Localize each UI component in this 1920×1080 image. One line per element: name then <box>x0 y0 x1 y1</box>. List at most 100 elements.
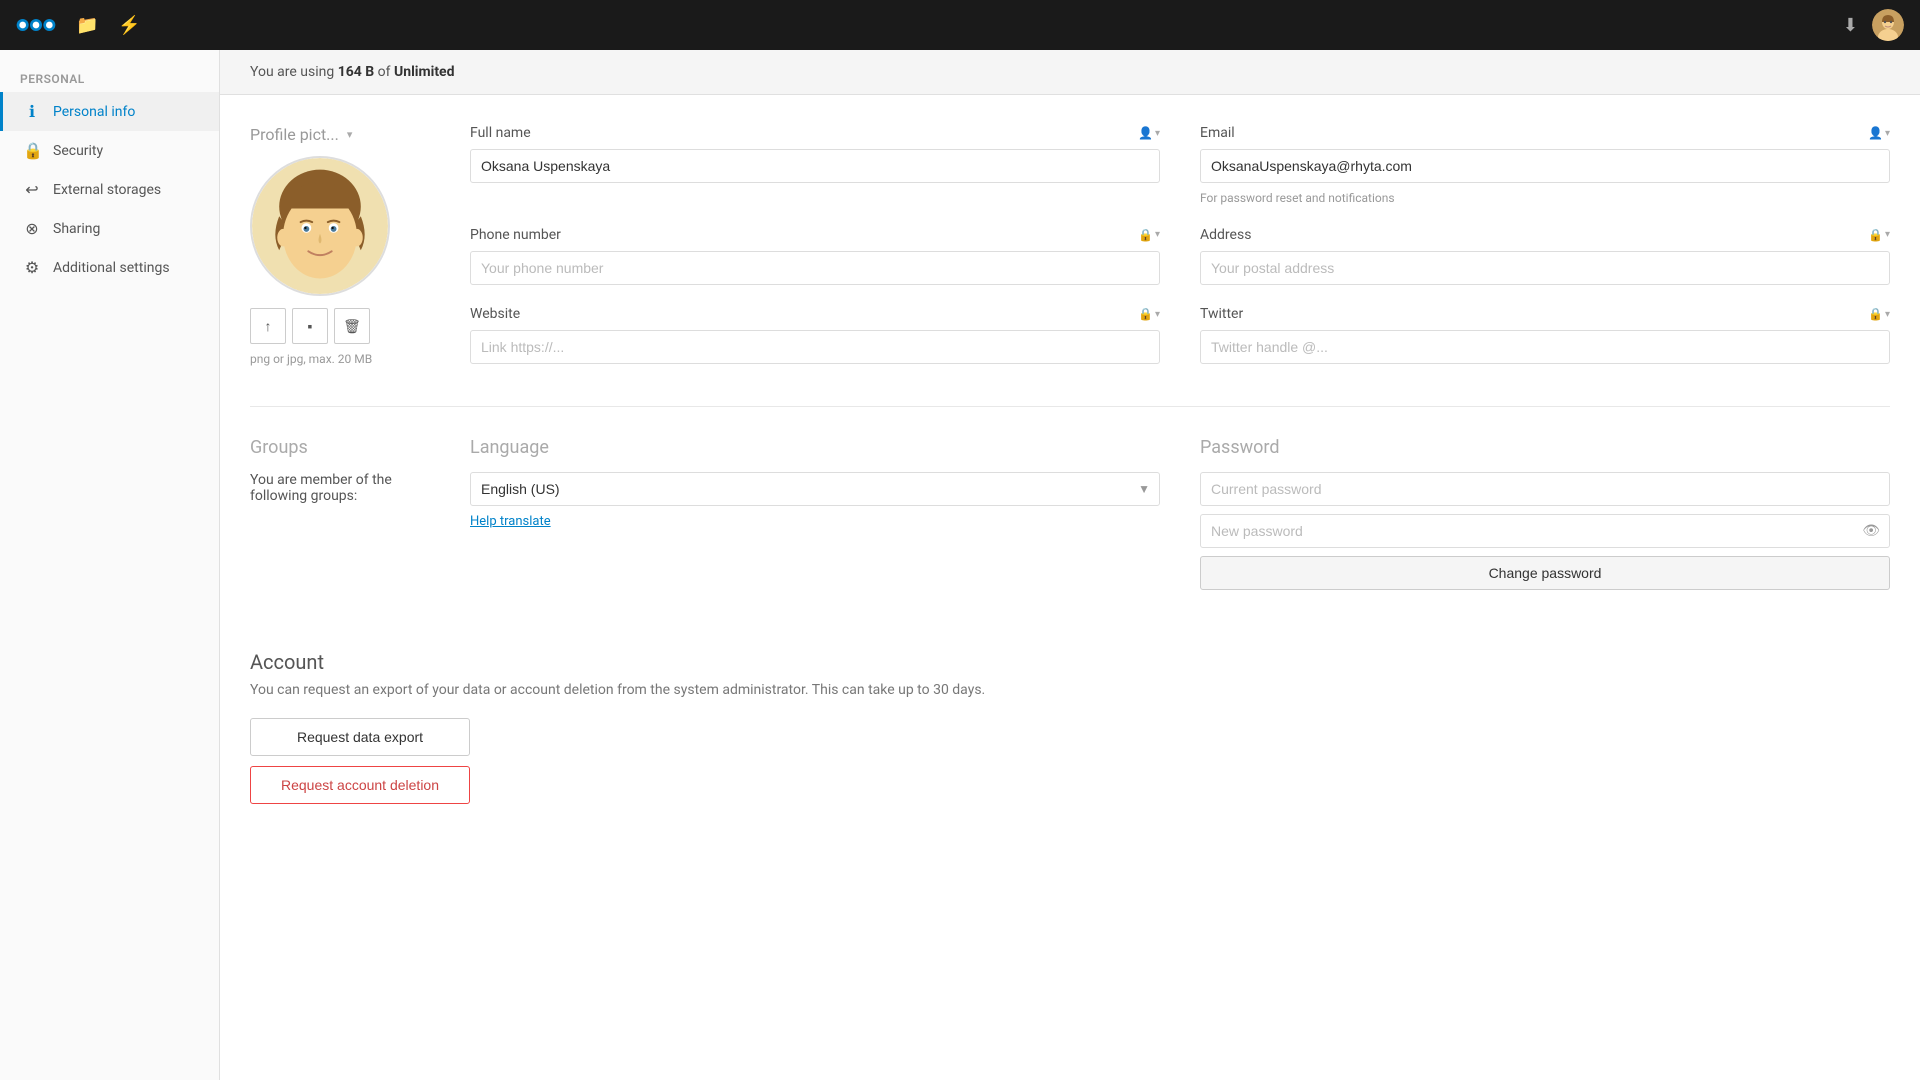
website-chevron-icon[interactable]: ▾ <box>1155 309 1160 320</box>
activity-icon[interactable]: ⚡ <box>118 15 140 36</box>
email-chevron-icon[interactable]: ▾ <box>1885 128 1890 139</box>
sidebar-item-additional-settings[interactable]: ⚙ Additional settings <box>0 248 219 287</box>
sidebar-item-label: Additional settings <box>53 260 170 276</box>
topbar-right: ⬇ <box>1843 9 1904 41</box>
sidebar-item-security[interactable]: 🔒 Security <box>0 131 219 170</box>
website-input[interactable] <box>470 330 1160 364</box>
password-section: 👁 Change password <box>1200 472 1890 590</box>
show-password-icon[interactable]: 👁 <box>1862 523 1880 539</box>
account-title: Account <box>250 650 1890 674</box>
email-input[interactable] <box>1200 149 1890 183</box>
language-title: Language <box>470 437 1160 458</box>
content-area: Profile pict... ▾ <box>220 95 1920 834</box>
app-logo[interactable] <box>16 11 56 39</box>
upload-photo-button[interactable]: ↑ <box>250 308 286 344</box>
phone-input[interactable] <box>470 251 1160 285</box>
language-column: Language English (US) English (UK) Deuts… <box>470 437 1160 590</box>
bottom-section: Groups You are member of the following g… <box>250 437 1890 590</box>
request-account-deletion-button[interactable]: Request account deletion <box>250 766 470 804</box>
profile-section: Profile pict... ▾ <box>250 125 1890 366</box>
delete-photo-button[interactable]: 🗑 <box>334 308 370 344</box>
change-password-button[interactable]: Change password <box>1200 556 1890 590</box>
twitter-label: Twitter 🔒 ▾ <box>1200 306 1890 322</box>
new-password-input[interactable] <box>1200 514 1890 548</box>
section-divider <box>250 406 1890 407</box>
website-label: Website 🔒 ▾ <box>470 306 1160 322</box>
language-select[interactable]: English (US) English (UK) Deutsch França… <box>470 472 1160 506</box>
sidebar: Personal ℹ Personal info 🔒 Security ↩ Ex… <box>0 50 220 1080</box>
gear-icon: ⚙ <box>23 258 41 277</box>
password-column: Password 👁 Change password <box>1200 437 1890 590</box>
email-label: Email 👤 ▾ <box>1200 125 1890 141</box>
sidebar-item-label: External storages <box>53 182 161 198</box>
phone-controls: 🔒 ▾ <box>1138 228 1160 242</box>
profile-picture-col: Profile pict... ▾ <box>250 125 430 366</box>
address-field-group: Address 🔒 ▾ <box>1200 227 1890 287</box>
email-field-group: Email 👤 ▾ For password reset and notific… <box>1200 125 1890 207</box>
download-icon[interactable]: ⬇ <box>1843 15 1858 36</box>
sidebar-item-label: Security <box>53 143 103 159</box>
request-data-export-button[interactable]: Request data export <box>250 718 470 756</box>
email-hint: For password reset and notifications <box>1200 191 1890 205</box>
account-buttons: Request data export Request account dele… <box>250 718 470 804</box>
address-input[interactable] <box>1200 251 1890 285</box>
share-icon: ⊗ <box>23 219 41 238</box>
full-name-field-group: Full name 👤 ▾ <box>470 125 1160 207</box>
fields-grid: Full name 👤 ▾ Email <box>470 125 1890 366</box>
sidebar-item-personal-info[interactable]: ℹ Personal info <box>0 92 219 131</box>
email-controls: 👤 ▾ <box>1868 126 1890 140</box>
main-content: You are using 164 B of Unlimited Profile… <box>220 50 1920 1080</box>
sidebar-item-label: Sharing <box>53 221 100 237</box>
sidebar-section-personal: Personal <box>0 60 219 92</box>
lock-icon: 🔒 <box>23 141 41 160</box>
phone-label: Phone number 🔒 ▾ <box>470 227 1160 243</box>
groups-text: You are member of the following groups: <box>250 472 430 504</box>
address-controls: 🔒 ▾ <box>1868 228 1890 242</box>
phone-field-group: Phone number 🔒 ▾ <box>470 227 1160 287</box>
profile-actions: ↑ ▪ 🗑 <box>250 308 430 344</box>
phone-chevron-icon[interactable]: ▾ <box>1155 229 1160 240</box>
current-password-input[interactable] <box>1200 472 1890 506</box>
address-chevron-icon[interactable]: ▾ <box>1885 229 1890 240</box>
groups-title: Groups <box>250 437 430 458</box>
full-name-person-icon[interactable]: 👤 <box>1138 126 1153 140</box>
website-controls: 🔒 ▾ <box>1138 307 1160 321</box>
groups-column: Groups You are member of the following g… <box>250 437 430 590</box>
twitter-input[interactable] <box>1200 330 1890 364</box>
password-title: Password <box>1200 437 1890 458</box>
topbar: 📁 ⚡ ⬇ <box>0 0 1920 50</box>
full-name-chevron-icon[interactable]: ▾ <box>1155 128 1160 139</box>
twitter-field-group: Twitter 🔒 ▾ <box>1200 306 1890 366</box>
profile-pic-label: Profile pict... ▾ <box>250 125 430 144</box>
language-select-wrapper: English (US) English (UK) Deutsch França… <box>470 472 1160 506</box>
user-avatar[interactable] <box>1872 9 1904 41</box>
email-person-icon[interactable]: 👤 <box>1868 126 1883 140</box>
address-lock-icon[interactable]: 🔒 <box>1868 228 1883 242</box>
full-name-label: Full name 👤 ▾ <box>470 125 1160 141</box>
twitter-lock-icon[interactable]: 🔒 <box>1868 307 1883 321</box>
choose-from-files-button[interactable]: ▪ <box>292 308 328 344</box>
help-translate-link[interactable]: Help translate <box>470 514 1160 529</box>
app-layout: Personal ℹ Personal info 🔒 Security ↩ Ex… <box>0 50 1920 1080</box>
twitter-chevron-icon[interactable]: ▾ <box>1885 309 1890 320</box>
profile-pic-dropdown-icon[interactable]: ▾ <box>347 128 353 141</box>
files-icon[interactable]: 📁 <box>76 15 98 36</box>
sidebar-item-label: Personal info <box>53 104 135 120</box>
website-lock-icon[interactable]: 🔒 <box>1138 307 1153 321</box>
account-section: Account You can request an export of you… <box>250 640 1890 804</box>
topbar-left: 📁 ⚡ <box>16 11 141 39</box>
account-description: You can request an export of your data o… <box>250 682 1890 698</box>
new-password-wrapper: 👁 <box>1200 514 1890 548</box>
info-icon: ℹ <box>23 102 41 121</box>
external-storage-icon: ↩ <box>23 180 41 199</box>
twitter-controls: 🔒 ▾ <box>1868 307 1890 321</box>
profile-avatar[interactable] <box>250 156 390 296</box>
storage-banner: You are using 164 B of Unlimited <box>220 50 1920 95</box>
phone-lock-icon[interactable]: 🔒 <box>1138 228 1153 242</box>
sidebar-item-external-storages[interactable]: ↩ External storages <box>0 170 219 209</box>
full-name-input[interactable] <box>470 149 1160 183</box>
sidebar-item-sharing[interactable]: ⊗ Sharing <box>0 209 219 248</box>
profile-upload-hint: png or jpg, max. 20 MB <box>250 352 430 366</box>
website-field-group: Website 🔒 ▾ <box>470 306 1160 366</box>
full-name-controls: 👤 ▾ <box>1138 126 1160 140</box>
